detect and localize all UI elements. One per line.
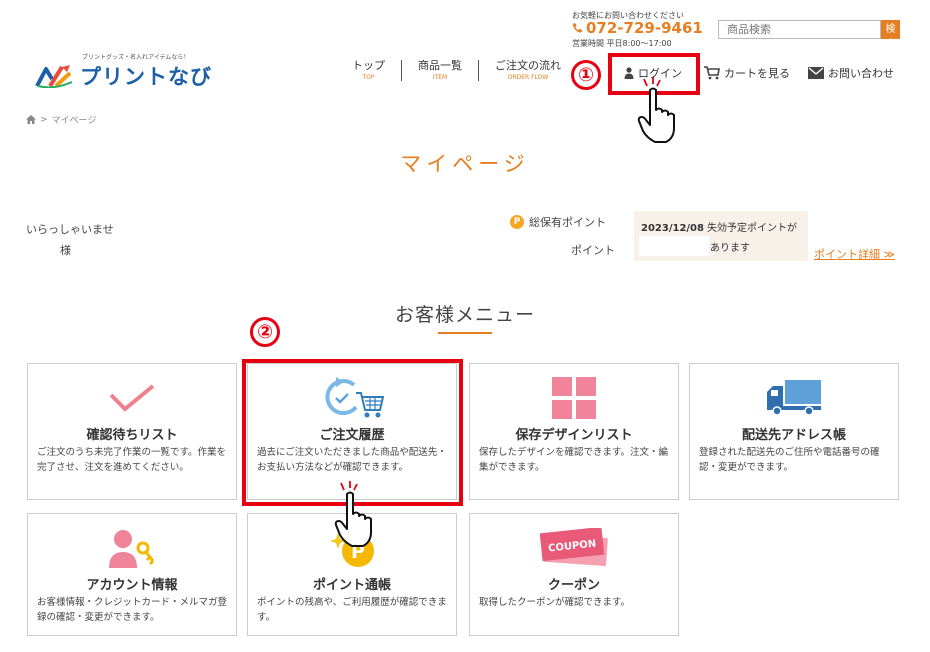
- logo-tagline: プリントグッズ・名入れアイテムなら！: [82, 54, 190, 61]
- global-nav: トップ TOP 商品一覧 ITEM ご注文の流れ ORDER FLOW: [336, 60, 577, 81]
- nav-item-top[interactable]: トップ TOP: [336, 60, 401, 81]
- card-description: 保存したデザインを確認できます。注文・編集ができます。: [479, 447, 669, 473]
- search-bar: 検索: [718, 20, 900, 50]
- expiry-text: 失効予定ポイントが: [706, 223, 797, 234]
- pointer-hand-icon: [334, 481, 372, 547]
- breadcrumb: > マイページ: [26, 113, 96, 126]
- phone-text: 072-729-9461: [586, 19, 703, 37]
- breadcrumb-separator-icon: >: [40, 114, 48, 125]
- expiry-suffix: あります: [710, 243, 750, 254]
- expiry-line: 2023/12/08 失効予定ポイントが: [641, 219, 797, 234]
- card-title: アカウント情報: [86, 578, 178, 593]
- card-title: 確認待ちリスト: [86, 428, 178, 443]
- title-underline: [438, 332, 492, 334]
- card-description: お客様情報・クレジットカード・メルマガ登録の確認・変更ができます。: [37, 597, 228, 623]
- point-icon: P: [510, 215, 524, 229]
- card-description: 登録された配送先のご住所や電話番号の確認・変更ができます。: [699, 447, 880, 473]
- card-description: 取得したクーポンが確認できます。: [479, 597, 631, 608]
- menu-card-pending-list[interactable]: 確認待ちリスト ご注文のうち未完了作業の一覧です。作業を完了させ、注文を進めてく…: [27, 363, 237, 500]
- search-button[interactable]: 検索: [881, 20, 900, 50]
- checkmark-icon: [109, 384, 155, 412]
- points-heading: P 総保有ポイント: [510, 214, 606, 230]
- site-logo[interactable]: プリントグッズ・名入れアイテムなら！ プリントなび: [34, 52, 212, 91]
- customer-menu-title: お客様メニュー: [394, 304, 535, 326]
- menu-card-saved-designs[interactable]: 保存デザインリスト 保存したデザインを確認できます。注文・編集ができます。: [469, 363, 679, 500]
- nav-sublabel: ORDER FLOW: [507, 74, 549, 81]
- welcome-greeting: いらっしゃいませ: [26, 223, 114, 236]
- nav-label: ご注文の流れ: [495, 59, 561, 72]
- search-input[interactable]: [718, 20, 881, 39]
- step-2-badge: ②: [250, 317, 280, 347]
- logo-text: プリントなび: [80, 65, 212, 89]
- cart-icon: [704, 66, 720, 80]
- contact-label: お問い合わせ: [828, 67, 894, 80]
- phone-icon: [572, 23, 583, 33]
- user-honorific: 様: [60, 244, 71, 257]
- nav-sublabel: TOP: [362, 74, 375, 81]
- point-detail-link[interactable]: ポイント詳細 ≫: [814, 246, 895, 262]
- nav-item-items[interactable]: 商品一覧 ITEM: [401, 60, 478, 81]
- step-1-badge: ①: [571, 60, 601, 90]
- expiry-panel: 2023/12/08 失効予定ポイントが あります: [634, 211, 808, 261]
- nav-label: トップ: [352, 59, 385, 72]
- menu-card-coupon[interactable]: COUPON クーポン 取得したクーポンが確認できます。: [469, 513, 679, 636]
- breadcrumb-current: マイページ: [51, 116, 97, 126]
- menu-card-account-info[interactable]: アカウント情報 お客様情報・クレジットカード・メルマガ登録の確認・変更ができます…: [27, 513, 237, 636]
- grid-icon: [552, 377, 596, 419]
- card-title: 保存デザインリスト: [515, 428, 633, 443]
- home-icon[interactable]: [26, 115, 36, 124]
- page-title: マイページ: [400, 152, 530, 176]
- pointer-hand-icon: [637, 77, 675, 143]
- nav-sublabel: ITEM: [432, 74, 448, 81]
- expiry-date: 2023/12/08: [641, 223, 704, 234]
- points-title: 総保有ポイント: [529, 216, 606, 229]
- business-hours: 営業時間 平日8:00～17:00: [572, 39, 672, 48]
- cart-link[interactable]: カートを見る: [704, 65, 790, 81]
- nav-label: 商品一覧: [418, 59, 462, 72]
- coupon-icon: COUPON: [539, 528, 608, 567]
- card-title: クーポン: [547, 578, 600, 593]
- user-key-icon: [109, 530, 155, 568]
- card-title: 配送先アドレス帳: [741, 428, 846, 443]
- menu-card-address-book[interactable]: 配送先アドレス帳 登録された配送先のご住所や電話番号の確認・変更ができます。: [689, 363, 899, 500]
- truck-icon: [767, 380, 821, 416]
- mail-icon: [808, 67, 824, 79]
- card-title: ポイント通帳: [312, 578, 391, 593]
- nav-item-order-flow[interactable]: ご注文の流れ ORDER FLOW: [478, 60, 577, 81]
- phone-number[interactable]: 072-729-9461: [572, 19, 703, 37]
- card-description: ご注文のうち未完了作業の一覧です。作業を完了させ、注文を進めてください。: [37, 447, 227, 473]
- cart-label: カートを見る: [724, 67, 790, 80]
- points-unit: ポイント: [571, 244, 615, 257]
- contact-link[interactable]: お問い合わせ: [808, 65, 894, 81]
- expiry-amount-field: [639, 236, 709, 256]
- card-description: ポイントの残高や、ご利用履歴が確認できます。: [257, 597, 447, 623]
- logo-mark-icon: [35, 65, 73, 88]
